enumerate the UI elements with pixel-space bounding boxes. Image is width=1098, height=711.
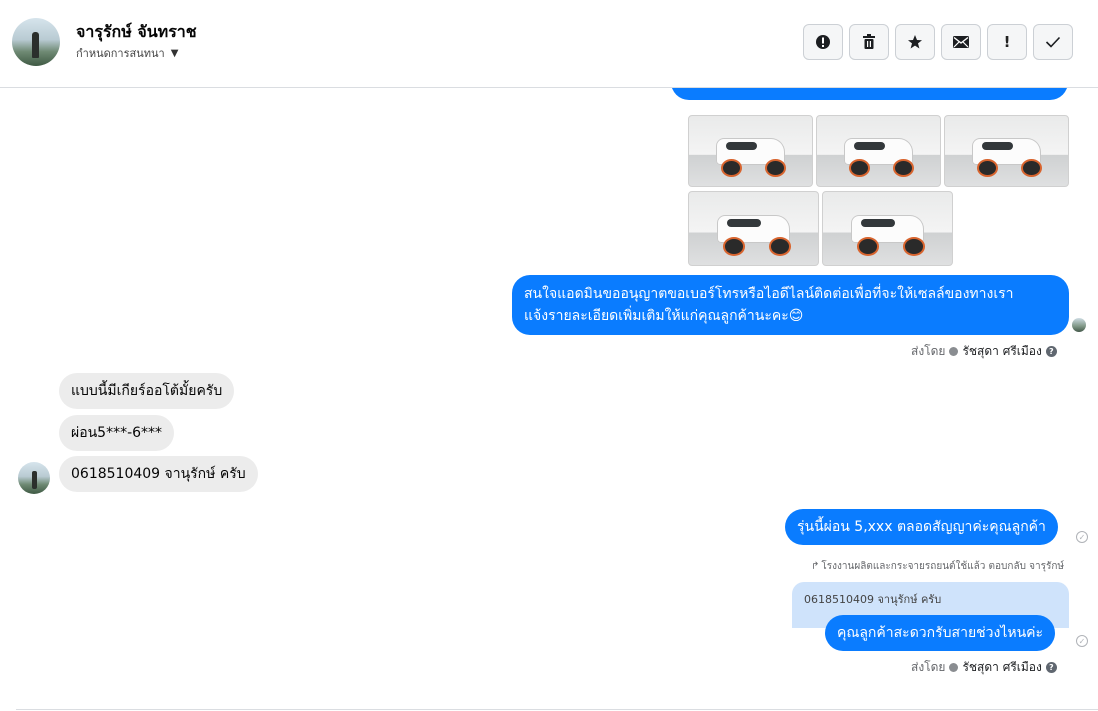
incoming-message[interactable]: แบบนี้มีเกียร์ออโต้มั้ยครับ [59, 373, 235, 409]
delivered-check-icon: ✓ [1076, 635, 1088, 647]
car-photo-5[interactable] [822, 191, 953, 266]
sent-by-info: ส่งโดย รัชสุดา ศรีเมือง ? [911, 342, 1057, 361]
sent-by-label: ส่งโดย [911, 660, 946, 674]
reply-arrow-icon: ↱ [811, 561, 820, 572]
checkmark-icon [1045, 36, 1061, 48]
contact-avatar[interactable] [12, 18, 60, 66]
car-photo-3[interactable] [944, 115, 1069, 187]
follow-up-button[interactable]: ! [987, 24, 1027, 60]
outgoing-message[interactable]: รุ่นนี้ผ่อน 5,xxx ตลอดสัญญาค่ะคุณลูกค้า [785, 509, 1058, 545]
conversation-setting-dropdown[interactable]: กำหนดการสนทนา ▼ [76, 44, 178, 62]
trash-icon [863, 34, 875, 49]
conversation-setting-label: กำหนดการสนทนา [76, 47, 165, 60]
outgoing-message[interactable]: สนใจแอดมินขออนุญาตขอเบอร์โทรหรือไอดีไลน์… [512, 275, 1069, 335]
help-icon[interactable]: ? [1045, 662, 1057, 673]
sent-by-label: ส่งโดย [911, 344, 946, 358]
star-icon [908, 35, 922, 49]
composer-divider [16, 709, 1098, 710]
outgoing-message[interactable]: คุณลูกค้าสะดวกรับสายช่วงไหนค่ะ [825, 615, 1056, 651]
incoming-message[interactable]: ผ่อน5***-6*** [59, 415, 175, 451]
alert-circle-icon [816, 35, 830, 49]
sender-name[interactable]: รัชสุดา ศรีเมือง [962, 658, 1041, 677]
car-photo-4[interactable] [688, 191, 819, 266]
sender-status-icon [949, 663, 959, 672]
reply-context: ↱ โรงงานผลิตและกระจายรถยนต์ใช้แล้ว ตอบกล… [811, 559, 1064, 574]
message-thread[interactable]: สนใจแอดมินขออนุญาตขอเบอร์โทรหรือไอดีไลน์… [0, 88, 1098, 711]
delete-button[interactable] [849, 24, 889, 60]
contact-avatar-small[interactable] [18, 462, 50, 494]
envelope-icon [953, 36, 969, 48]
mark-unread-button[interactable] [941, 24, 981, 60]
car-photo-2[interactable] [816, 115, 941, 187]
reply-context-text: โรงงานผลิตและกระจายรถยนต์ใช้แล้ว ตอบกลับ… [821, 561, 1064, 572]
star-button[interactable] [895, 24, 935, 60]
incoming-message[interactable]: 0618510409 จานุรักษ์ ครับ [59, 456, 258, 492]
sent-by-info: ส่งโดย รัชสุดา ศรีเมือง ? [911, 658, 1057, 677]
conversation-header: จารุรักษ์ จันทราช กำหนดการสนทนา ▼ ! [0, 0, 1098, 88]
car-photo-1[interactable] [688, 115, 813, 187]
message-bubble-truncated [671, 88, 1068, 100]
sender-name[interactable]: รัชสุดา ศรีเมือง [962, 342, 1041, 361]
conversation-toolbar: ! [803, 24, 1073, 60]
message-text-line: แจ้งรายละเอียดเพิ่มเติมให้แก่คุณลูกค้านะ… [524, 308, 804, 324]
spam-button[interactable] [803, 24, 843, 60]
caret-down-icon: ▼ [170, 47, 179, 59]
mark-done-button[interactable] [1033, 24, 1073, 60]
help-icon[interactable]: ? [1045, 346, 1057, 357]
contact-name[interactable]: จารุรักษ์ จันทราช [76, 20, 197, 45]
seen-avatar [1072, 318, 1086, 332]
message-text-line: สนใจแอดมินขออนุญาตขอเบอร์โทรหรือไอดีไลน์… [524, 286, 1014, 302]
delivered-check-icon: ✓ [1076, 531, 1088, 543]
exclamation-icon: ! [1003, 33, 1011, 51]
sender-status-icon [949, 347, 959, 356]
